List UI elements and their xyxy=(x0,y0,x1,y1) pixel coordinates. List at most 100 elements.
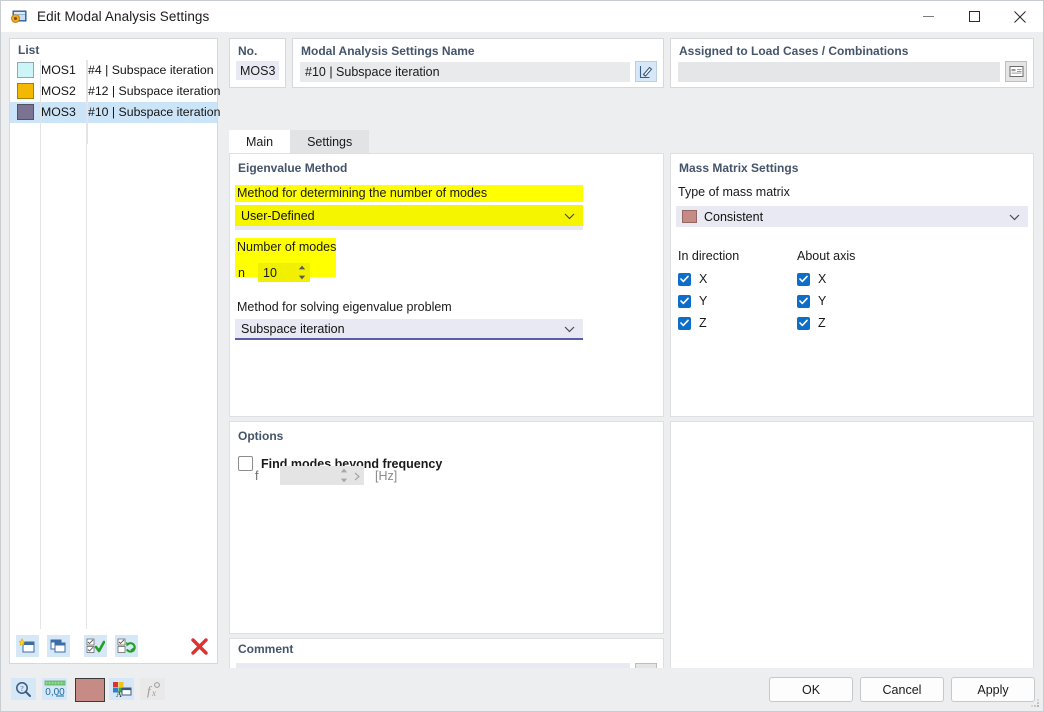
dialog-window: Edit Modal Analysis Settings List MOS1 #… xyxy=(0,0,1044,712)
list-item-color xyxy=(10,102,41,123)
mass-matrix-type-combo[interactable]: Consistent xyxy=(676,206,1028,227)
about-axis-z-label: Z xyxy=(818,316,826,330)
list-item-selected[interactable]: MOS3 #10 | Subspace iteration xyxy=(10,102,220,123)
copy-item-button[interactable] xyxy=(47,635,70,657)
color-swatch xyxy=(16,83,34,99)
spinner-up-icon xyxy=(298,265,306,270)
no-panel: No. MOS3 xyxy=(229,38,286,88)
checkbox-checked-icon[interactable] xyxy=(678,316,691,330)
checkbox-unchecked-icon[interactable] xyxy=(238,456,253,471)
decimal-places-button[interactable]: 0,00 xyxy=(42,678,67,700)
empty-right-panel xyxy=(670,421,1034,684)
list-item-no: MOS1 xyxy=(40,60,88,81)
checkbox-check-icon xyxy=(86,638,105,653)
copy-windows-icon xyxy=(50,639,66,653)
close-button[interactable] xyxy=(997,1,1043,32)
name-input[interactable]: #10 | Subspace iteration xyxy=(300,61,630,82)
list-toolbar xyxy=(10,629,217,663)
method-for-modes-combo[interactable]: User-Defined xyxy=(235,205,583,226)
list-item-color xyxy=(10,81,41,102)
chevron-down-icon xyxy=(564,322,575,336)
about-axis-z-row[interactable]: Z xyxy=(797,316,907,330)
name-label: Modal Analysis Settings Name xyxy=(301,44,475,58)
spinner-down-icon xyxy=(298,275,306,280)
frequency-input xyxy=(280,466,364,485)
cancel-button[interactable]: Cancel xyxy=(860,677,944,702)
table-select-icon xyxy=(1009,66,1023,77)
in-direction-y-row[interactable]: Y xyxy=(678,294,788,308)
in-direction-label: In direction xyxy=(678,249,740,263)
ok-button[interactable]: OK xyxy=(769,677,853,702)
tab-settings[interactable]: Settings xyxy=(290,130,370,153)
list-panel: List MOS1 #4 | Subspace iteration MOS2 #… xyxy=(9,38,221,664)
eigenvalue-method-title: Eigenvalue Method xyxy=(238,161,348,175)
delete-item-button[interactable] xyxy=(187,635,211,657)
solve-method-combo[interactable]: Subspace iteration xyxy=(235,319,583,340)
zoom-help-icon: ? xyxy=(16,681,31,697)
new-window-star-icon xyxy=(19,638,35,653)
mass-matrix-type-value: Consistent xyxy=(704,209,764,224)
in-direction-y-label: Y xyxy=(699,294,708,308)
in-direction-x-row[interactable]: X xyxy=(678,272,788,286)
new-item-button[interactable] xyxy=(16,635,39,657)
tab-main[interactable]: Main xyxy=(229,130,291,153)
list-panel-title: List xyxy=(18,43,40,57)
mass-matrix-color-swatch xyxy=(682,210,697,223)
invert-selection-button[interactable] xyxy=(115,635,138,657)
checkbox-checked-icon[interactable] xyxy=(797,272,810,286)
resize-grip-icon[interactable] xyxy=(1028,696,1040,708)
modal-settings-list[interactable]: MOS1 #4 | Subspace iteration MOS2 #12 | … xyxy=(10,60,221,144)
maximize-button[interactable] xyxy=(951,1,997,32)
checkbox-checked-icon[interactable] xyxy=(678,272,691,286)
about-axis-label: About axis xyxy=(797,249,856,263)
assigned-select-button[interactable] xyxy=(1005,61,1027,82)
assigned-input[interactable] xyxy=(678,61,1000,82)
no-label: No. xyxy=(238,44,258,58)
about-axis-x-row[interactable]: X xyxy=(797,272,907,286)
list-item-color xyxy=(10,60,41,81)
checkbox-checked-icon[interactable] xyxy=(797,316,810,330)
options-panel: Options Find modes beyond frequency f [H… xyxy=(229,421,664,634)
window-title: Edit Modal Analysis Settings xyxy=(37,9,210,24)
formula-button[interactable]: f x xyxy=(140,678,165,700)
list-item-empty[interactable] xyxy=(10,123,217,144)
spinner-down-icon xyxy=(340,478,348,483)
title-bar: Edit Modal Analysis Settings xyxy=(1,1,1043,32)
modal-analysis-icon xyxy=(10,8,28,26)
list-item[interactable]: MOS1 #4 | Subspace iteration xyxy=(10,60,217,81)
number-of-modes-input[interactable]: 10 xyxy=(258,263,310,282)
svg-text:A: A xyxy=(116,690,122,698)
apply-button[interactable]: Apply xyxy=(951,677,1035,702)
in-direction-z-row[interactable]: Z xyxy=(678,316,788,330)
color-swatch xyxy=(16,104,34,120)
eigenvalue-method-panel: Eigenvalue Method Method for determining… xyxy=(229,153,664,417)
decimal-places-icon: 0,00 xyxy=(44,680,65,698)
color-swatch-button[interactable] xyxy=(75,678,105,702)
select-all-button[interactable] xyxy=(84,635,107,657)
color-swatch xyxy=(16,62,34,78)
name-edit-button[interactable] xyxy=(635,61,657,82)
checkbox-checked-icon[interactable] xyxy=(678,294,691,308)
mass-matrix-panel: Mass Matrix Settings Type of mass matrix… xyxy=(670,153,1034,417)
checkbox-checked-icon[interactable] xyxy=(797,294,810,308)
zoom-help-button[interactable]: ? xyxy=(11,678,36,700)
list-item-no: MOS3 xyxy=(40,102,88,123)
chevron-down-icon xyxy=(564,209,575,223)
chevron-down-icon xyxy=(1009,210,1020,224)
no-value[interactable]: MOS3 xyxy=(236,61,279,80)
assigned-panel: Assigned to Load Cases / Combinations xyxy=(670,38,1034,88)
mass-matrix-title: Mass Matrix Settings xyxy=(679,161,799,175)
number-of-modes-value: 10 xyxy=(263,265,277,280)
minimize-button[interactable] xyxy=(905,1,951,32)
list-item-description: #12 | Subspace iteration xyxy=(88,84,221,98)
comment-title: Comment xyxy=(238,642,294,656)
spinner-arrows[interactable] xyxy=(298,265,306,280)
pencil-edit-icon xyxy=(639,65,652,78)
method-for-modes-value: User-Defined xyxy=(241,208,315,223)
assigned-label: Assigned to Load Cases / Combinations xyxy=(679,44,909,58)
about-axis-y-row[interactable]: Y xyxy=(797,294,907,308)
dialog-body: List MOS1 #4 | Subspace iteration MOS2 #… xyxy=(1,32,1043,711)
label-display-button[interactable]: A xyxy=(109,678,134,700)
list-item[interactable]: MOS2 #12 | Subspace iteration xyxy=(10,81,221,102)
list-item-description: #4 | Subspace iteration xyxy=(88,63,214,77)
